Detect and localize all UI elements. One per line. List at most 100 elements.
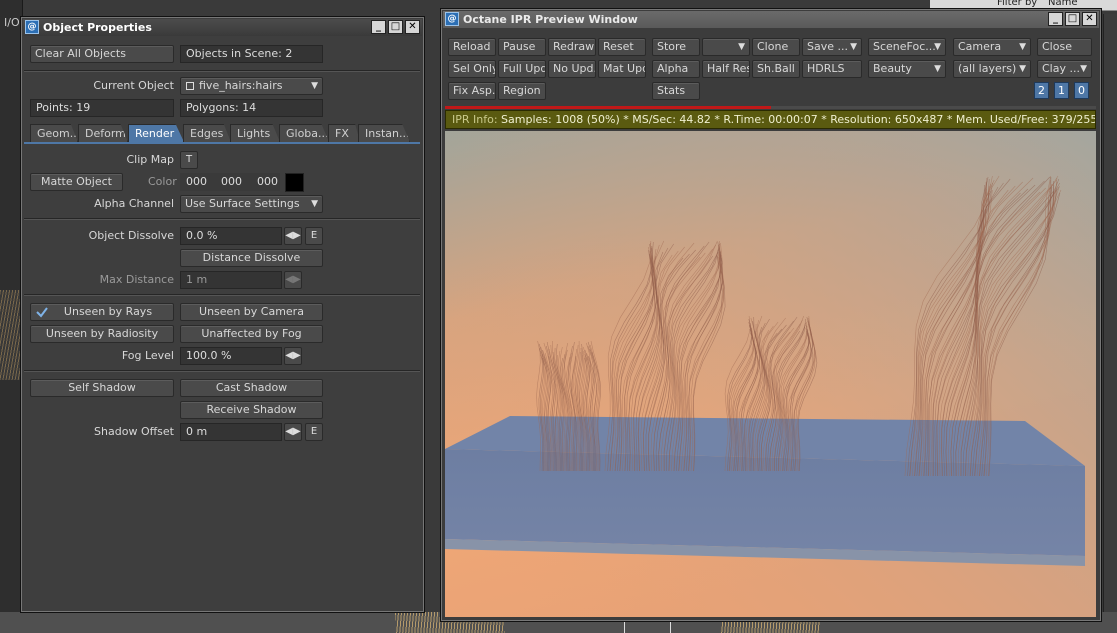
- color-values[interactable]: 000 000 000: [180, 173, 280, 191]
- gpu-1-button[interactable]: 1: [1054, 82, 1069, 99]
- minimize-icon[interactable]: _: [1048, 12, 1063, 26]
- save-dropdown[interactable]: Save ...: [802, 38, 862, 56]
- object-dissolve-stepper-icon[interactable]: ◀▶: [284, 227, 302, 245]
- ipr-titlebar[interactable]: @ Octane IPR Preview Window _ □ ✕: [443, 11, 1099, 28]
- redraw-button[interactable]: Redraw: [548, 38, 596, 56]
- app-logo-icon: @: [25, 20, 39, 34]
- distance-dissolve-toggle[interactable]: Distance Dissolve: [180, 249, 323, 267]
- filter-by-label: Filter by: [997, 0, 1038, 8]
- current-object-dropdown[interactable]: five_hairs:hairs: [180, 77, 323, 95]
- beauty-pass-dropdown[interactable]: Beauty: [868, 60, 946, 78]
- color-label: Color: [148, 175, 177, 188]
- maximize-icon[interactable]: □: [388, 20, 403, 34]
- clay-dropdown[interactable]: Clay ...: [1037, 60, 1092, 78]
- object-dissolve-envelope-button[interactable]: E: [305, 227, 323, 245]
- alpha-button[interactable]: Alpha: [652, 60, 700, 78]
- self-shadow-toggle[interactable]: Self Shadow: [30, 379, 174, 397]
- no-update-button[interactable]: No Upd.: [548, 60, 596, 78]
- scene-focus-dropdown[interactable]: SceneFoc...: [868, 38, 946, 56]
- unseen-by-rays-label: Unseen by Rays: [63, 305, 153, 318]
- pause-button[interactable]: Pause: [498, 38, 546, 56]
- app-logo-icon: @: [445, 12, 459, 26]
- unseen-by-radiosity-toggle[interactable]: Unseen by Radiosity: [30, 325, 174, 343]
- fix-aspect-button[interactable]: Fix Asp.: [448, 82, 496, 100]
- layers-dropdown[interactable]: (all layers): [953, 60, 1031, 78]
- stats-button[interactable]: Stats: [652, 82, 700, 100]
- max-distance-input[interactable]: 1 m: [180, 271, 282, 289]
- maximize-icon[interactable]: □: [1065, 12, 1080, 26]
- color-r-value[interactable]: 000: [186, 175, 207, 188]
- material-update-button[interactable]: Mat Upd: [598, 60, 646, 78]
- store-slot-dropdown[interactable]: [702, 38, 750, 56]
- shadow-offset-envelope-button[interactable]: E: [305, 423, 323, 441]
- close-button[interactable]: Close: [1037, 38, 1092, 56]
- divider: [24, 294, 420, 296]
- tab-fx[interactable]: FX: [328, 124, 360, 142]
- tab-edges[interactable]: Edges: [183, 124, 231, 142]
- polygons-readout: Polygons: 14: [180, 99, 323, 117]
- tab-geometry[interactable]: Geom...: [30, 124, 78, 142]
- clip-map-texture-button[interactable]: T: [180, 151, 198, 169]
- ipr-info-bar: IPR Info: Samples: 1008 (50%) * MS/Sec: …: [445, 110, 1096, 129]
- tab-global[interactable]: Globa...: [279, 124, 329, 142]
- tab-instance[interactable]: Instan...: [358, 124, 410, 142]
- render-viewport[interactable]: [445, 131, 1096, 617]
- current-object-value: five_hairs:hairs: [199, 79, 283, 92]
- unaffected-by-fog-toggle[interactable]: Unaffected by Fog: [180, 325, 323, 343]
- points-readout: Points: 19: [30, 99, 174, 117]
- hdrls-button[interactable]: HDRLS: [802, 60, 862, 78]
- store-button[interactable]: Store: [652, 38, 700, 56]
- cast-shadow-toggle[interactable]: Cast Shadow: [180, 379, 323, 397]
- fog-level-label: Fog Level: [121, 349, 174, 362]
- clone-button[interactable]: Clone: [752, 38, 800, 56]
- receive-shadow-toggle[interactable]: Receive Shadow: [180, 401, 323, 419]
- samples-readout: Samples: 1008 (50%): [501, 113, 620, 126]
- region-button[interactable]: Region: [498, 82, 546, 100]
- minimize-icon[interactable]: _: [371, 20, 386, 34]
- max-distance-stepper-icon[interactable]: ◀▶: [284, 271, 302, 289]
- matte-object-toggle[interactable]: Matte Object: [30, 173, 123, 191]
- checkmark-icon: [36, 307, 48, 318]
- info-separator: *: [821, 113, 827, 126]
- camera-dropdown[interactable]: Camera: [953, 38, 1031, 56]
- close-icon[interactable]: ✕: [1082, 12, 1097, 26]
- divider: [24, 218, 420, 220]
- shader-ball-button[interactable]: Sh.Ball: [752, 60, 800, 78]
- close-icon[interactable]: ✕: [405, 20, 420, 34]
- color-b-value[interactable]: 000: [257, 174, 278, 190]
- full-update-button[interactable]: Full Upd.: [498, 60, 546, 78]
- objects-in-scene-readout: Objects in Scene: 2: [180, 45, 323, 63]
- shadow-offset-label: Shadow Offset: [94, 425, 174, 438]
- window-title: Octane IPR Preview Window: [463, 13, 638, 26]
- name-column-label: Name: [1048, 0, 1078, 8]
- tab-underline: [24, 142, 420, 144]
- gpu-0-button[interactable]: 0: [1074, 82, 1089, 99]
- gpu-2-button[interactable]: 2: [1034, 82, 1049, 99]
- tab-deform[interactable]: Deform: [78, 124, 128, 142]
- background-right-panel: [1103, 14, 1117, 614]
- clear-all-objects-button[interactable]: Clear All Objects: [30, 45, 174, 63]
- half-res-button[interactable]: Half Res: [702, 60, 750, 78]
- object-dissolve-input[interactable]: 0.0 %: [180, 227, 282, 245]
- tab-render[interactable]: Render: [128, 124, 184, 142]
- reset-button[interactable]: Reset: [598, 38, 646, 56]
- current-object-label: Current Object: [93, 79, 174, 92]
- shadow-offset-stepper-icon[interactable]: ◀▶: [284, 423, 302, 441]
- divider: [24, 370, 420, 372]
- divider: [24, 70, 420, 72]
- fog-level-stepper-icon[interactable]: ◀▶: [284, 347, 302, 365]
- render-image: [445, 131, 1096, 617]
- shadow-offset-input[interactable]: 0 m: [180, 423, 282, 441]
- reload-button[interactable]: Reload: [448, 38, 496, 56]
- color-swatch[interactable]: [285, 173, 304, 192]
- fog-level-input[interactable]: 100.0 %: [180, 347, 282, 365]
- object-dissolve-label: Object Dissolve: [88, 229, 174, 242]
- alpha-channel-dropdown[interactable]: Use Surface Settings: [180, 195, 323, 213]
- object-properties-titlebar[interactable]: @ Object Properties _ □ ✕: [23, 19, 422, 36]
- unseen-by-camera-toggle[interactable]: Unseen by Camera: [180, 303, 323, 321]
- tab-lights[interactable]: Lights: [230, 124, 280, 142]
- sel-only-button[interactable]: Sel Only: [448, 60, 496, 78]
- unseen-by-rays-toggle[interactable]: Unseen by Rays: [30, 303, 174, 321]
- background-io-label: I/O: [4, 16, 20, 29]
- color-g-value[interactable]: 000: [221, 174, 242, 190]
